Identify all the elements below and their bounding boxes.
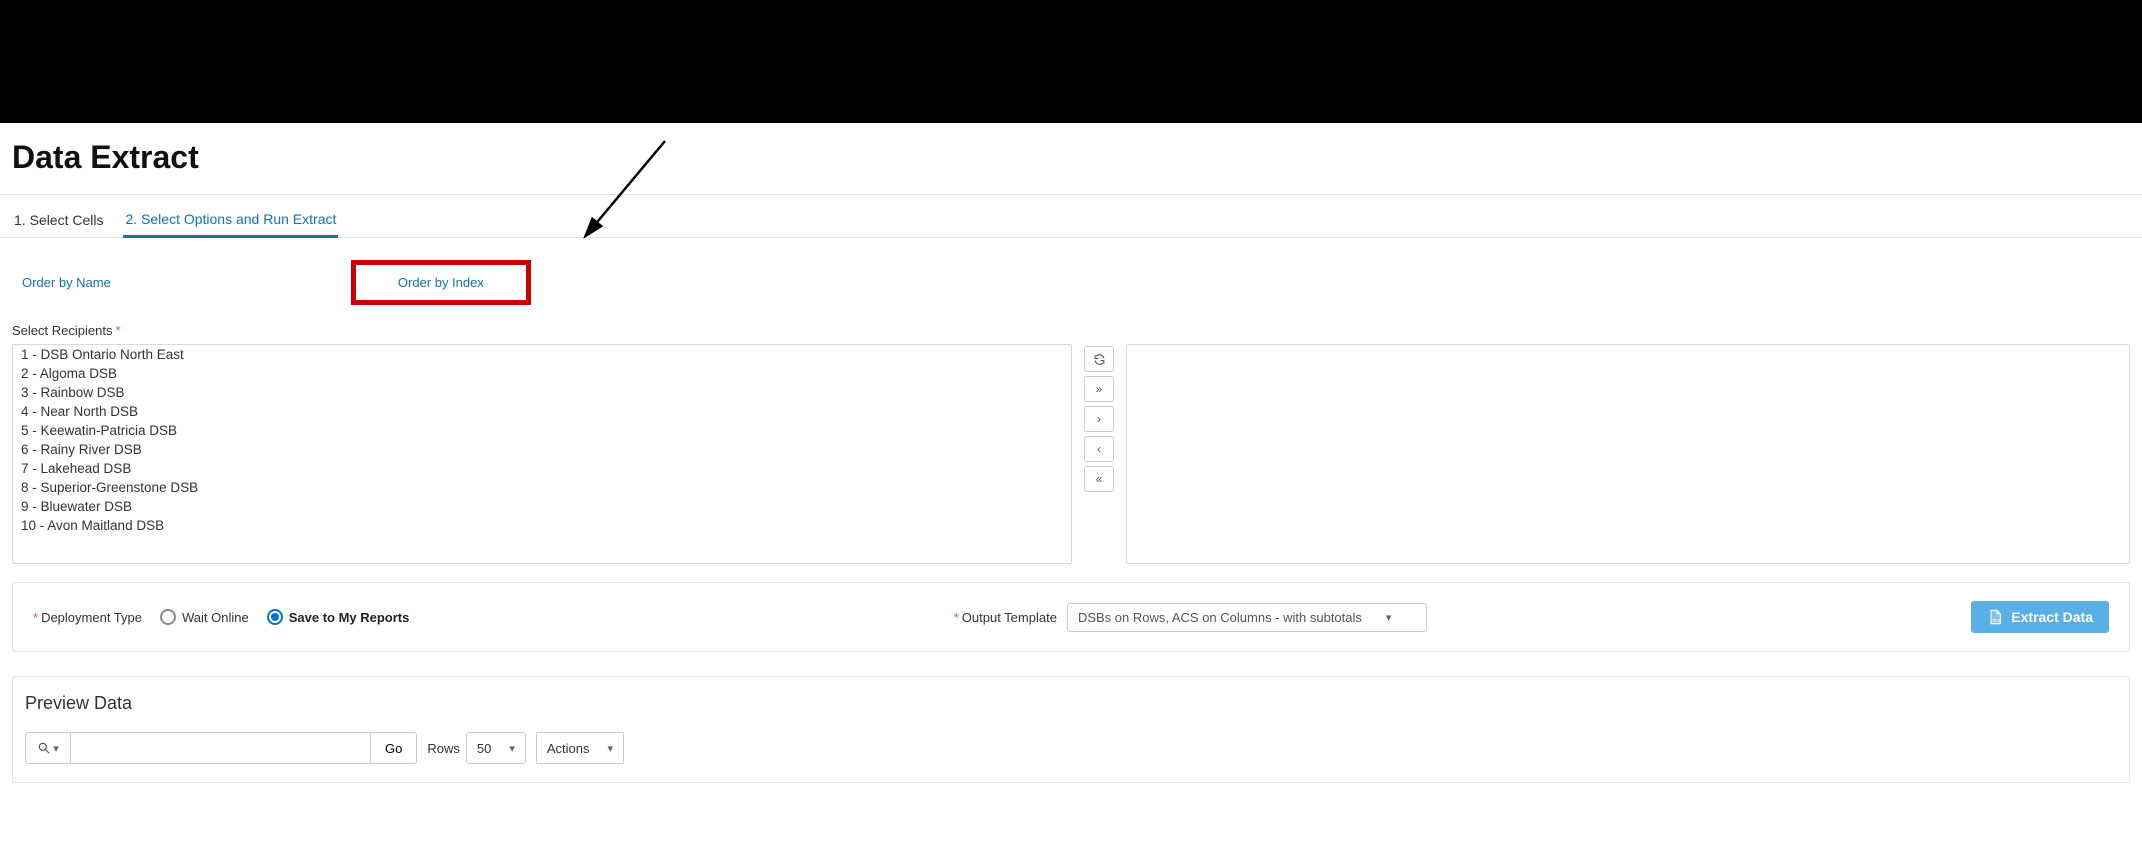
tab-select-cells[interactable]: 1. Select Cells (12, 206, 105, 236)
actions-menu-button[interactable]: Actions ▾ (536, 732, 624, 764)
search-input[interactable] (71, 732, 371, 764)
list-item[interactable]: 2 - Algoma DSB (13, 364, 1071, 383)
go-button[interactable]: Go (371, 732, 417, 764)
chevron-down-icon: ▾ (1386, 611, 1392, 624)
radio-wait-online-label: Wait Online (182, 610, 249, 625)
select-recipients-text: Select Recipients (12, 323, 112, 338)
radio-save-to-my-reports[interactable]: Save to My Reports (267, 609, 410, 625)
search-icon (37, 741, 51, 755)
preview-data-region: Preview Data ▾ Go Rows 50 ▾ Actions (12, 676, 2130, 783)
shuttle-move-left-button[interactable]: ‹ (1084, 436, 1114, 462)
reset-icon (1093, 353, 1106, 366)
list-item[interactable]: 1 - DSB Ontario North East (13, 345, 1071, 364)
tab-strip: 1. Select Cells 2. Select Options and Ru… (0, 195, 2142, 238)
list-item[interactable]: 10 - Avon Maitland DSB (13, 516, 1071, 535)
extract-data-label: Extract Data (2011, 609, 2093, 625)
list-item[interactable]: 8 - Superior-Greenstone DSB (13, 478, 1071, 497)
top-black-bar (0, 0, 2142, 123)
tab-select-options[interactable]: 2. Select Options and Run Extract (123, 205, 338, 238)
rows-select[interactable]: 50 ▾ (466, 732, 526, 764)
required-asterisk: * (115, 323, 120, 338)
radio-save-reports-label: Save to My Reports (289, 610, 410, 625)
select-recipients-label: Select Recipients* (12, 323, 2130, 338)
list-item[interactable]: 9 - Bluewater DSB (13, 497, 1071, 516)
list-item[interactable]: 5 - Keewatin-Patricia DSB (13, 421, 1071, 440)
list-item[interactable]: 7 - Lakehead DSB (13, 459, 1071, 478)
order-by-index-link[interactable]: Order by Index (398, 275, 484, 290)
xls-file-icon: XLS (1987, 609, 2003, 625)
required-asterisk: * (33, 610, 38, 625)
actions-label: Actions (547, 741, 590, 756)
list-item[interactable]: 4 - Near North DSB (13, 402, 1071, 421)
list-item[interactable]: 3 - Rainbow DSB (13, 383, 1071, 402)
svg-text:XLS: XLS (1993, 618, 2001, 623)
output-template-value: DSBs on Rows, ACS on Columns - with subt… (1078, 610, 1362, 625)
radio-circle-icon (267, 609, 283, 625)
order-by-index-highlight: Order by Index (351, 260, 531, 305)
output-template-text: Output Template (962, 610, 1057, 625)
recipients-listbox-left[interactable]: 1 - DSB Ontario North East2 - Algoma DSB… (12, 344, 1072, 564)
output-template-select[interactable]: DSBs on Rows, ACS on Columns - with subt… (1067, 603, 1427, 632)
radio-circle-icon (160, 609, 176, 625)
shuttle-reset-button[interactable] (1084, 346, 1114, 372)
chevron-down-icon: ▾ (608, 742, 614, 755)
chevron-down-icon: ▾ (509, 742, 515, 755)
page-title: Data Extract (12, 139, 2130, 176)
shuttle-move-right-button[interactable]: › (1084, 406, 1114, 432)
required-asterisk: * (954, 610, 959, 625)
deployment-type-text: Deployment Type (41, 610, 142, 625)
extract-data-button[interactable]: XLS Extract Data (1971, 601, 2109, 633)
search-column-button[interactable]: ▾ (25, 732, 71, 764)
recipients-listbox-right[interactable] (1126, 344, 2130, 564)
order-row: Order by Name Order by Index (22, 260, 2130, 305)
list-item[interactable]: 6 - Rainy River DSB (13, 440, 1071, 459)
rows-label: Rows (427, 741, 460, 756)
shuttle-move-all-left-button[interactable]: « (1084, 466, 1114, 492)
options-bar: *Deployment Type Wait Online Save to My … (12, 582, 2130, 652)
output-template-label: *Output Template (954, 610, 1057, 625)
radio-wait-online[interactable]: Wait Online (160, 609, 249, 625)
shuttle-buttons: » › ‹ « (1084, 344, 1114, 564)
search-group: ▾ Go (25, 732, 417, 764)
chevron-down-icon: ▾ (53, 742, 59, 755)
rows-value: 50 (477, 741, 491, 756)
deployment-type-label: *Deployment Type (33, 610, 142, 625)
shuttle-move-all-right-button[interactable]: » (1084, 376, 1114, 402)
preview-data-title: Preview Data (25, 693, 2117, 714)
order-by-name-link[interactable]: Order by Name (22, 275, 111, 290)
recipients-shuttle: 1 - DSB Ontario North East2 - Algoma DSB… (12, 344, 2130, 564)
